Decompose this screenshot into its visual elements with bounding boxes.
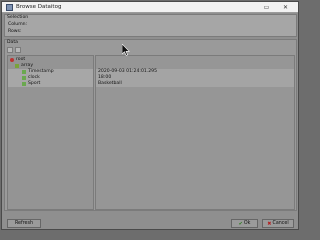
value-row[interactable]: Basketball: [96, 81, 294, 87]
selection-group: Selection Column: Rows:: [4, 14, 297, 37]
refresh-button[interactable]: Refresh: [7, 219, 41, 228]
field-node-icon: [22, 82, 26, 86]
rows-label: Rows:: [8, 29, 22, 34]
field-node-icon: [22, 76, 26, 80]
check-icon: ✔: [238, 220, 243, 227]
ok-button[interactable]: ✔ Ok: [231, 219, 258, 228]
collapse-button[interactable]: [15, 47, 21, 53]
cancel-button[interactable]: ✖ Cancel: [262, 219, 294, 228]
tree-row-sport[interactable]: Sport: [8, 81, 93, 87]
root-node-icon: [10, 58, 14, 62]
mouse-pointer-icon: [122, 44, 130, 56]
app-icon: [6, 4, 13, 11]
minimize-icon: ▭: [263, 4, 270, 11]
selection-legend: Selection: [7, 15, 29, 20]
close-icon: ✕: [282, 4, 289, 11]
value-cell: Basketball: [98, 81, 122, 86]
ok-label: Ok: [243, 221, 251, 226]
columns-label: Column:: [8, 22, 28, 27]
cancel-x-icon: ✖: [267, 220, 272, 227]
array-node-icon: [15, 64, 19, 68]
expand-button[interactable]: [7, 47, 13, 53]
tree-node-label: Sport: [28, 81, 41, 86]
tree-panel[interactable]: root array Timestamp clock Sport: [7, 55, 94, 210]
window-title: Browse Dataitog: [16, 4, 62, 10]
cancel-label: Cancel: [272, 221, 289, 226]
title-bar[interactable]: Browse Dataitog ▭ ✕: [2, 2, 298, 13]
field-node-icon: [22, 70, 26, 74]
browse-dataitog-window: Browse Dataitog ▭ ✕ Selection Column: Ro…: [1, 1, 299, 230]
data-legend: Data: [7, 40, 18, 45]
minimize-button[interactable]: ▭: [261, 3, 272, 12]
close-button[interactable]: ✕: [280, 3, 291, 12]
value-panel[interactable]: 2020-09-03 01:24:01.295 18:00 Basketball: [95, 55, 295, 210]
button-bar: Refresh ✔ Ok ✖ Cancel: [2, 214, 298, 231]
data-group: Data root array Timestamp clock Sport 20…: [4, 39, 297, 211]
